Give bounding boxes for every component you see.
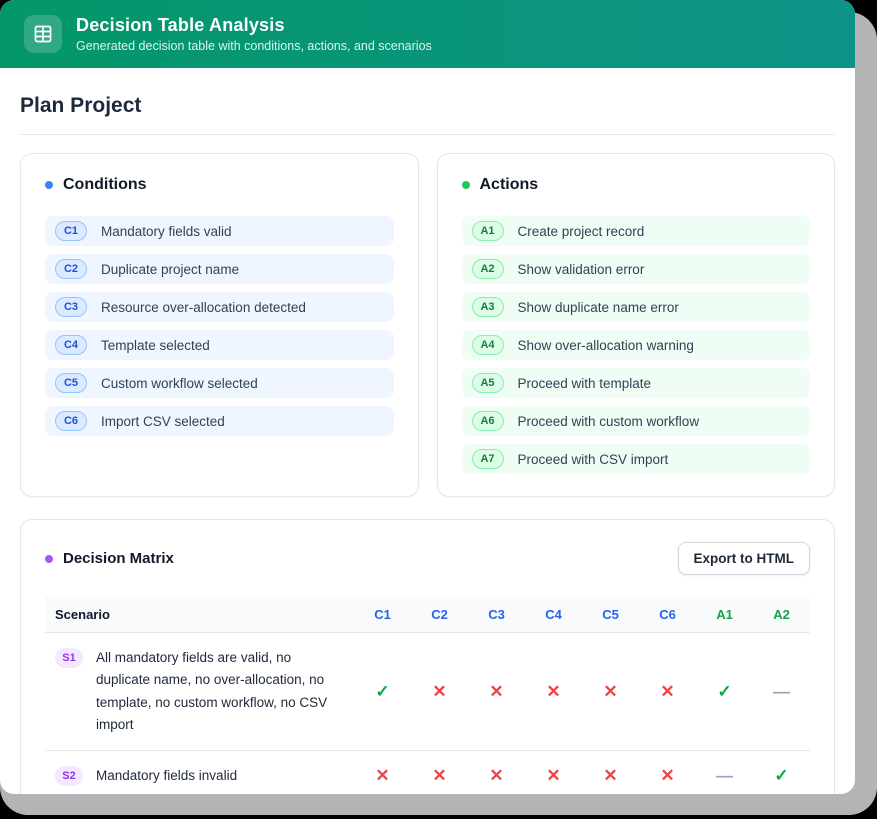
conditions-badge: C5	[55, 373, 87, 393]
check-icon: ✓	[375, 682, 389, 701]
x-icon: ✕	[660, 682, 674, 701]
screen: Decision Table Analysis Generated decisi…	[0, 0, 877, 819]
matrix-column-c5: C5	[582, 597, 639, 633]
actions-item-a1: A1 Create project record	[462, 216, 811, 246]
conditions-item-c4: C4 Template selected	[45, 330, 394, 360]
actions-badge: A1	[472, 221, 504, 241]
dash-icon: —	[773, 682, 790, 701]
x-icon: ✕	[432, 766, 446, 785]
actions-badge: A7	[472, 449, 504, 469]
matrix-column-a2: A2	[753, 597, 810, 633]
actions-badge: A3	[472, 297, 504, 317]
matrix-column-a1: A1	[696, 597, 753, 633]
actions-badge: A2	[472, 259, 504, 279]
decision-matrix-title-label: Decision Matrix	[63, 550, 174, 567]
conditions-card: Conditions C1 Mandatory fields valid C2 Dup…	[20, 153, 419, 497]
actions-badge: A4	[472, 335, 504, 355]
purple-dot-icon	[45, 555, 53, 563]
x-icon: ✕	[603, 766, 617, 785]
x-icon: ✕	[489, 682, 503, 701]
conditions-item-label: Custom workflow selected	[101, 376, 258, 391]
table-icon	[24, 15, 62, 53]
blue-dot-icon	[45, 181, 53, 189]
app-subtitle: Generated decision table with conditions…	[76, 39, 432, 53]
x-icon: ✕	[603, 682, 617, 701]
conditions-item-c2: C2 Duplicate project name	[45, 254, 394, 284]
conditions-badge: C3	[55, 297, 87, 317]
actions-title-label: Actions	[480, 176, 539, 194]
cards-grid: Conditions C1 Mandatory fields valid C2 Dup…	[20, 153, 835, 497]
actions-item-label: Proceed with custom workflow	[518, 414, 700, 429]
matrix-column-c1: C1	[354, 597, 411, 633]
matrix-column-c4: C4	[525, 597, 582, 633]
actions-badge: A6	[472, 411, 504, 431]
scenario-badge: S1	[55, 648, 83, 668]
conditions-badge: C6	[55, 411, 87, 431]
actions-list: A1 Create project record A2 Show validation…	[462, 216, 811, 474]
page-title: Plan Project	[20, 94, 835, 135]
conditions-item-label: Resource over-allocation detected	[101, 300, 306, 315]
decision-matrix-card: Decision Matrix Export to HTML ScenarioC…	[20, 519, 835, 794]
conditions-item-label: Template selected	[101, 338, 210, 353]
conditions-badge: C2	[55, 259, 87, 279]
actions-item-a3: A3 Show duplicate name error	[462, 292, 811, 322]
app-header: Decision Table Analysis Generated decisi…	[0, 0, 855, 68]
main-content: Plan Project Conditions C1 Mandatory fiel…	[0, 68, 855, 794]
actions-item-label: Create project record	[518, 224, 645, 239]
actions-item-a6: A6 Proceed with custom workflow	[462, 406, 811, 436]
app-header-text: Decision Table Analysis Generated decisi…	[76, 15, 432, 53]
green-dot-icon	[462, 181, 470, 189]
x-icon: ✕	[546, 682, 560, 701]
actions-card-title: Actions	[462, 176, 811, 194]
conditions-item-c5: C5 Custom workflow selected	[45, 368, 394, 398]
conditions-card-title: Conditions	[45, 176, 394, 194]
actions-item-a5: A5 Proceed with template	[462, 368, 811, 398]
actions-item-a7: A7 Proceed with CSV import	[462, 444, 811, 474]
conditions-title-label: Conditions	[63, 176, 147, 194]
conditions-item-c1: C1 Mandatory fields valid	[45, 216, 394, 246]
matrix-column-scenario: Scenario	[45, 597, 354, 633]
conditions-badge: C1	[55, 221, 87, 241]
x-icon: ✕	[489, 766, 503, 785]
actions-item-label: Proceed with template	[518, 376, 652, 391]
matrix-column-c3: C3	[468, 597, 525, 633]
x-icon: ✕	[546, 766, 560, 785]
scenario-description: Mandatory fields invalid	[96, 765, 237, 787]
actions-item-label: Proceed with CSV import	[518, 452, 669, 467]
matrix-header-row: ScenarioC1C2C3C4C5C6A1A2	[45, 597, 810, 633]
conditions-item-label: Mandatory fields valid	[101, 224, 232, 239]
scenario-description: All mandatory fields are valid, no dupli…	[96, 647, 346, 736]
dash-icon: —	[716, 766, 733, 785]
check-icon: ✓	[774, 766, 788, 785]
conditions-list: C1 Mandatory fields valid C2 Duplicate proj…	[45, 216, 394, 470]
conditions-item-c6: C6 Import CSV selected	[45, 406, 394, 436]
actions-badge: A5	[472, 373, 504, 393]
x-icon: ✕	[432, 682, 446, 701]
matrix-column-c6: C6	[639, 597, 696, 633]
actions-card: Actions A1 Create project record A2 Show va…	[437, 153, 836, 497]
x-icon: ✕	[375, 766, 389, 785]
conditions-item-label: Duplicate project name	[101, 262, 239, 277]
app-window: Decision Table Analysis Generated decisi…	[0, 0, 855, 794]
actions-item-label: Show over-allocation warning	[518, 338, 694, 353]
conditions-item-label: Import CSV selected	[101, 414, 225, 429]
decision-matrix-header: Decision Matrix Export to HTML	[45, 542, 810, 575]
matrix-row-s1: S1 All mandatory fields are valid, no dup…	[45, 633, 810, 751]
x-icon: ✕	[660, 766, 674, 785]
check-icon: ✓	[717, 682, 731, 701]
actions-item-label: Show validation error	[518, 262, 645, 277]
scenario-badge: S2	[55, 766, 83, 786]
app-title: Decision Table Analysis	[76, 15, 432, 36]
conditions-badge: C4	[55, 335, 87, 355]
conditions-item-c3: C3 Resource over-allocation detected	[45, 292, 394, 322]
actions-item-a4: A4 Show over-allocation warning	[462, 330, 811, 360]
decision-matrix-title: Decision Matrix	[45, 550, 174, 567]
matrix-column-c2: C2	[411, 597, 468, 633]
matrix-row-s2: S2 Mandatory fields invalid ✕ ✕ ✕ ✕ ✕ ✕ — ✓	[45, 751, 810, 794]
actions-item-a2: A2 Show validation error	[462, 254, 811, 284]
actions-item-label: Show duplicate name error	[518, 300, 679, 315]
export-to-html-button[interactable]: Export to HTML	[678, 542, 811, 575]
decision-matrix-table: ScenarioC1C2C3C4C5C6A1A2 S1 All mandatory…	[45, 597, 810, 794]
